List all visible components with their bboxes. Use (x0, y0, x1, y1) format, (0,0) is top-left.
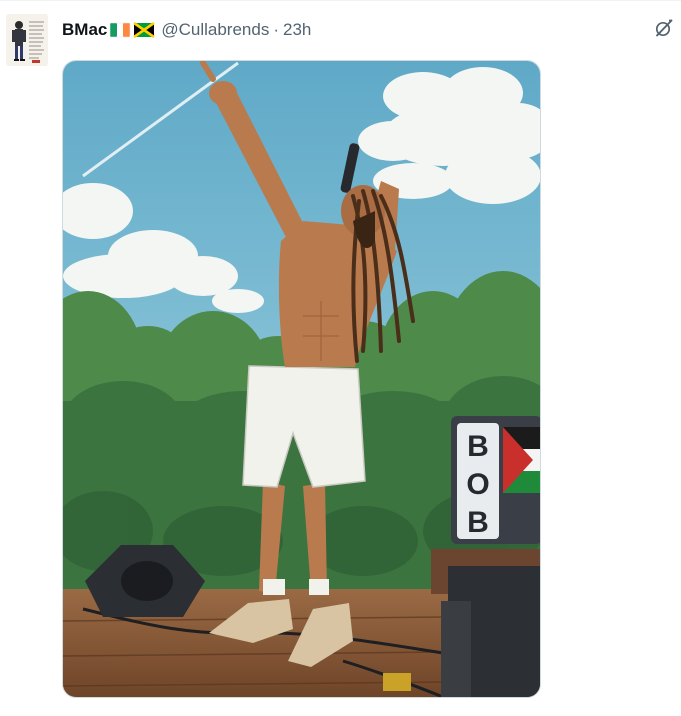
sign-letter: B (467, 430, 489, 463)
jamaica-flag-icon (133, 21, 156, 39)
display-name[interactable]: BMac (62, 19, 107, 41)
user-handle[interactable]: @Cullabrends (161, 19, 269, 41)
tweet-image[interactable]: B O B (62, 60, 541, 698)
grok-button[interactable] (653, 19, 675, 41)
sign-letter: B (467, 506, 489, 539)
tweet[interactable]: BMac @Cullabrends · 23h B O B (0, 0, 681, 716)
timestamp[interactable]: 23h (283, 19, 311, 41)
ireland-flag-icon (109, 22, 131, 38)
tweet-header: BMac @Cullabrends · 23h (62, 19, 311, 41)
separator-dot: · (273, 20, 280, 39)
avatar[interactable] (6, 14, 48, 66)
sign-letter: O (466, 468, 489, 501)
grok-icon (654, 18, 674, 43)
